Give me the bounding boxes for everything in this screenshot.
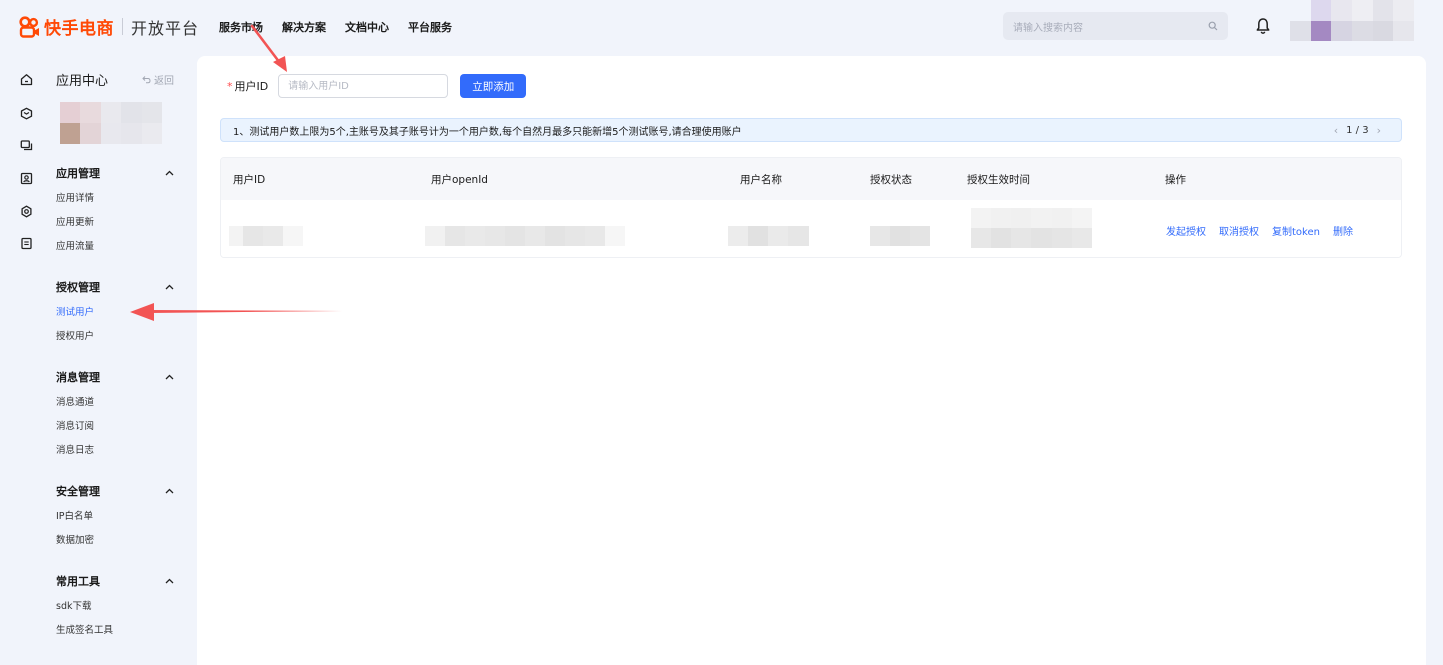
user-name-redacted [728,226,809,246]
chevron-up-icon[interactable] [165,284,174,290]
user-id-redacted [229,226,303,246]
column-header-auth-status: 授权状态 [870,174,912,186]
sidebar-item-signature-tool[interactable]: 生成签名工具 [56,619,174,643]
group-title: 授权管理 [56,281,100,294]
logo-text: 快手电商 [44,19,114,39]
notice-page-indicator: 1 / 3 [1346,124,1369,136]
user-id-input[interactable] [278,74,449,98]
back-arrow-icon [142,76,151,84]
search-icon[interactable] [1208,21,1218,31]
group-header[interactable]: 应用管理 [56,165,174,181]
nav-item-docs[interactable]: 文档中心 [345,19,389,35]
group-title: 安全管理 [56,485,100,498]
group-title: 应用管理 [56,167,100,180]
user-avatar[interactable] [1290,0,1414,41]
column-header-open-id: 用户openId [431,174,488,186]
chevron-right-icon[interactable]: › [1377,124,1381,137]
row-actions: 发起授权 取消授权 复制token 删除 [1166,223,1366,238]
sidebar: 应用中心 返回 应用管理 应用详情 应用更新 应用流量 授权管理 测试用户 授权… [46,54,196,665]
notice-text: 1、测试用户数上限为5个,主账号及其子账号计为一个用户数,每个自然月最多只能新增… [233,126,742,138]
user-card-icon[interactable] [20,172,33,185]
add-now-button[interactable]: 立即添加 [460,74,527,98]
logo[interactable]: 快手电商 开放平台 [18,14,199,39]
notice-pager: ‹ 1 / 3 › [1326,124,1389,137]
group-header[interactable]: 消息管理 [56,369,174,385]
sidebar-item-message-log[interactable]: 消息日志 [56,439,174,463]
column-header-user-id: 用户ID [233,174,266,186]
sidebar-group-app-management: 应用管理 应用详情 应用更新 应用流量 [56,165,174,259]
nav-item-platform-services[interactable]: 平台服务 [408,19,452,35]
logo-divider [122,18,123,35]
search-input[interactable]: 请输入搜索内容 [1013,19,1208,34]
notice-banner: 1、测试用户数上限为5个,主账号及其子账号计为一个用户数,每个自然月最多只能新增… [220,118,1402,142]
group-title: 常用工具 [56,575,100,588]
chevron-up-icon[interactable] [165,374,174,380]
sidebar-item-message-channel[interactable]: 消息通道 [56,391,174,415]
table-header: 用户ID 用户openId 用户名称 授权状态 授权生效时间 操作 [221,158,1401,200]
icon-rail [0,54,46,665]
back-link[interactable]: 返回 [142,72,174,87]
notification-bell-icon[interactable] [1255,17,1271,35]
nav-item-solutions[interactable]: 解决方案 [282,19,326,35]
auth-status-redacted [870,226,930,246]
column-header-user-name: 用户名称 [740,174,782,186]
logo-subtitle: 开放平台 [131,18,200,38]
chevron-up-icon[interactable] [165,488,174,494]
sidebar-group-common-tools: 常用工具 sdk下载 生成签名工具 [56,573,174,643]
initiate-auth-link[interactable]: 发起授权 [1166,223,1206,238]
sidebar-item-sdk-download[interactable]: sdk下载 [56,595,174,619]
group-header[interactable]: 安全管理 [56,483,174,499]
top-nav: 服务市场 解决方案 文档中心 平台服务 [219,19,471,35]
app-info-redacted [60,102,162,144]
chevron-up-icon[interactable] [165,170,174,176]
nav-item-service-market[interactable]: 服务市场 [219,19,263,35]
back-label: 返回 [154,76,174,87]
auth-time-redacted [971,208,1092,248]
sidebar-item-authorized-users[interactable]: 授权用户 [56,325,174,349]
top-header: 快手电商 开放平台 服务市场 解决方案 文档中心 平台服务 请输入搜索内容 [0,0,1443,54]
chevron-left-icon[interactable]: ‹ [1334,124,1338,137]
cancel-auth-link[interactable]: 取消授权 [1219,223,1259,238]
message-icon[interactable] [20,139,33,152]
required-mark: * [227,79,233,93]
copy-token-link[interactable]: 复制token [1272,223,1320,238]
sidebar-item-test-users[interactable]: 测试用户 [56,301,174,325]
open-id-redacted [425,226,625,246]
add-test-user-form: * 用户ID 立即添加 [227,74,527,98]
user-id-label: 用户ID [234,80,269,93]
table-row: 发起授权 取消授权 复制token 删除 [221,200,1401,257]
sidebar-group-message-management: 消息管理 消息通道 消息订阅 消息日志 [56,369,174,463]
sidebar-group-auth-management: 授权管理 测试用户 授权用户 [56,279,174,349]
home-icon[interactable] [20,73,33,86]
sidebar-item-app-traffic[interactable]: 应用流量 [56,235,174,259]
kuaishou-logo-icon [19,15,39,38]
sidebar-item-app-update[interactable]: 应用更新 [56,211,174,235]
column-header-auth-effective-time: 授权生效时间 [967,174,1030,186]
search-box[interactable]: 请输入搜索内容 [1003,12,1228,40]
cube-icon[interactable] [20,107,33,120]
chevron-up-icon[interactable] [165,578,174,584]
sidebar-item-ip-whitelist[interactable]: IP白名单 [56,505,174,529]
sidebar-item-data-encryption[interactable]: 数据加密 [56,529,174,553]
group-header[interactable]: 授权管理 [56,279,174,295]
group-title: 消息管理 [56,371,100,384]
sidebar-item-app-detail[interactable]: 应用详情 [56,187,174,211]
sidebar-item-message-subscription[interactable]: 消息订阅 [56,415,174,439]
test-users-table: 用户ID 用户openId 用户名称 授权状态 授权生效时间 操作 发起授权 取… [220,157,1402,258]
document-icon[interactable] [20,237,33,250]
main-content: * 用户ID 立即添加 1、测试用户数上限为5个,主账号及其子账号计为一个用户数… [197,56,1426,665]
delete-link[interactable]: 删除 [1333,223,1353,238]
sidebar-group-security-management: 安全管理 IP白名单 数据加密 [56,483,174,553]
settings-gear-icon[interactable] [20,205,33,218]
group-header[interactable]: 常用工具 [56,573,174,589]
column-header-actions: 操作 [1165,174,1186,186]
sidebar-title: 应用中心 [56,74,109,89]
